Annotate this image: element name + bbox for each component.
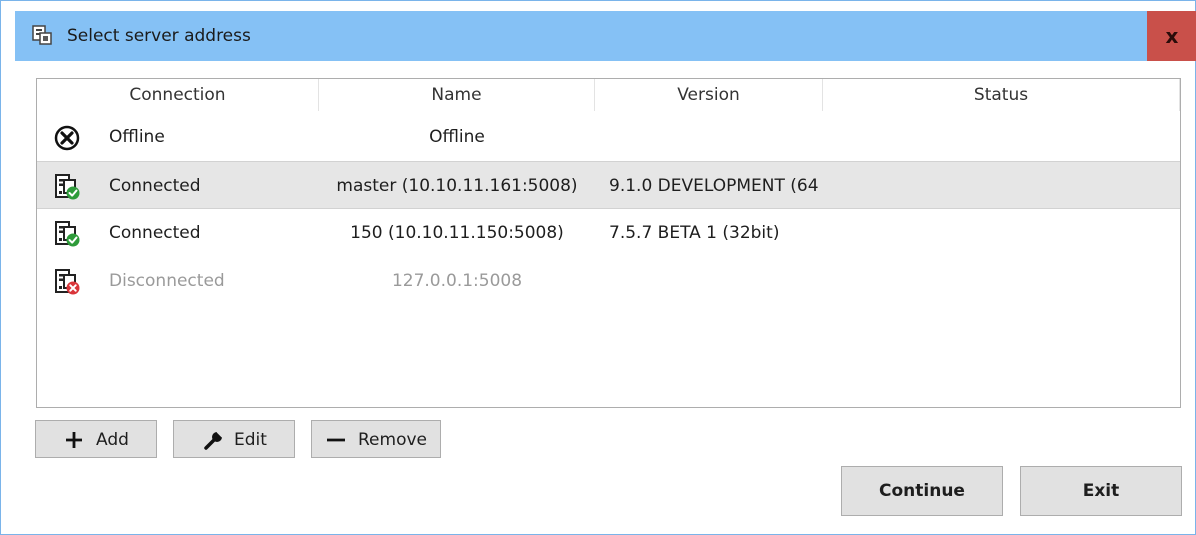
close-button[interactable]: x xyxy=(1147,11,1196,61)
cell-name: master (10.10.11.161:5008) xyxy=(336,176,578,196)
column-header-connection[interactable]: Connection xyxy=(37,79,319,111)
server-connected-icon xyxy=(55,174,80,200)
offline-x-icon xyxy=(54,125,80,151)
edit-button[interactable]: Edit xyxy=(173,420,295,458)
server-disconnected-icon xyxy=(55,269,80,295)
exit-button[interactable]: Exit xyxy=(1020,466,1182,516)
table-row[interactable]: Connected 150 (10.10.11.150:5008) 7.5.7 … xyxy=(37,209,1180,257)
cell-name: 150 (10.10.11.150:5008) xyxy=(350,223,564,243)
table-row[interactable]: Disconnected 127.0.0.1:5008 xyxy=(37,257,1180,305)
cell-status xyxy=(823,113,1179,161)
remove-button[interactable]: Remove xyxy=(311,420,441,458)
window-title: Select server address xyxy=(67,26,251,46)
remove-button-label: Remove xyxy=(358,430,427,450)
continue-button[interactable]: Continue xyxy=(841,466,1003,516)
dialog-window: Select server address x Connection Name … xyxy=(0,0,1196,535)
app-icon xyxy=(32,25,52,45)
column-header-status[interactable]: Status xyxy=(823,79,1180,111)
wrench-icon xyxy=(204,430,224,450)
cell-connection: Connected xyxy=(109,176,201,196)
cell-status xyxy=(823,257,1179,305)
minus-icon xyxy=(327,438,345,442)
cell-connection: Offline xyxy=(109,127,165,147)
cell-version xyxy=(609,113,821,161)
cell-status xyxy=(823,162,1179,210)
edit-button-label: Edit xyxy=(234,430,267,450)
server-list[interactable]: Connection Name Version Status Offline O… xyxy=(36,78,1181,408)
column-header-name[interactable]: Name xyxy=(319,79,595,111)
cell-status xyxy=(823,209,1179,257)
table-row[interactable]: Offline Offline xyxy=(37,113,1180,161)
cell-version xyxy=(609,257,821,305)
add-button[interactable]: Add xyxy=(35,420,157,458)
server-connected-icon xyxy=(55,221,80,247)
cell-name: Offline xyxy=(429,127,485,147)
cell-version: 7.5.7 BETA 1 (32bit) xyxy=(609,223,780,243)
column-header-version[interactable]: Version xyxy=(595,79,823,111)
cell-connection: Connected xyxy=(109,223,201,243)
add-button-label: Add xyxy=(96,430,129,450)
cell-version: 9.1.0 DEVELOPMENT (64 xyxy=(609,176,819,196)
cell-connection: Disconnected xyxy=(109,271,225,291)
cell-name: 127.0.0.1:5008 xyxy=(391,271,523,291)
plus-icon xyxy=(66,432,82,448)
table-row[interactable]: Connected master (10.10.11.161:5008) 9.1… xyxy=(37,161,1180,209)
